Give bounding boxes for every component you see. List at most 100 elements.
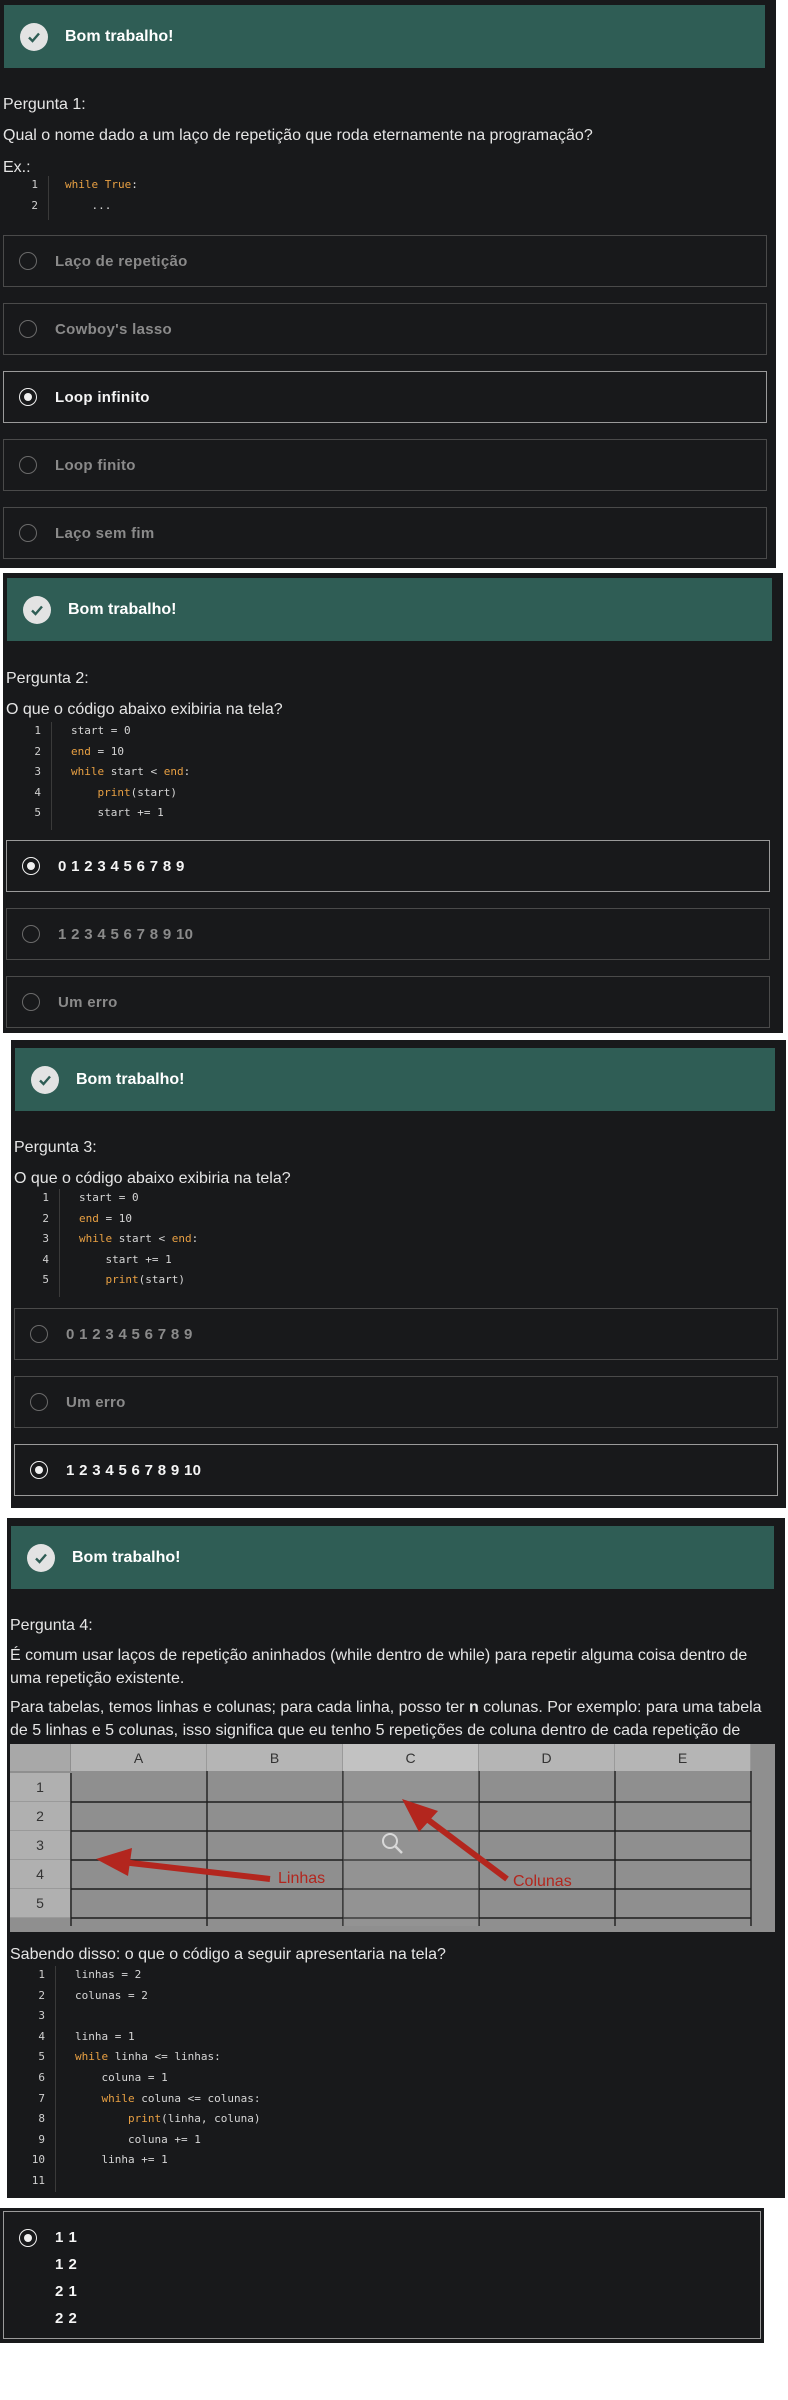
code-line: coluna += 1 (75, 2132, 201, 2146)
option-3[interactable]: 1 2 3 4 5 6 7 8 9 10 (14, 1444, 778, 1496)
option-2[interactable]: 1 2 3 4 5 6 7 8 9 10 (6, 908, 770, 960)
option-3[interactable]: Loop infinito (3, 371, 767, 423)
code-block: 1 while True: 2 ... (0, 176, 400, 220)
line-number: 4 (38, 2029, 45, 2043)
option-label: Um erro (66, 1393, 126, 1411)
answer-line: 2 2 (55, 2310, 78, 2327)
option-label: 1 2 3 4 5 6 7 8 9 10 (66, 1461, 202, 1479)
option-label: 0 1 2 3 4 5 6 7 8 9 (58, 857, 185, 875)
question-panel-1: Bom trabalho! Pergunta 1: Qual o nome da… (0, 0, 776, 568)
question-text: O que o código abaixo exibiria na tela? (14, 1170, 291, 1187)
code-block: 1 start = 0 2 end = 10 3 while start < end: 4 … (3, 722, 403, 830)
code-line: while True: (65, 178, 138, 191)
radio-selected-icon[interactable] (19, 388, 37, 406)
code-line: start = 0 (71, 724, 131, 737)
radio-icon[interactable] (22, 925, 40, 943)
code-line: linhas = 2 (75, 1968, 142, 1981)
radio-selected-icon[interactable] (22, 857, 40, 875)
answer-option[interactable]: 1 1 1 2 2 1 2 2 (3, 2211, 761, 2339)
line-number: 3 (34, 765, 41, 779)
line-number: 9 (38, 2132, 45, 2146)
option-1[interactable]: 0 1 2 3 4 5 6 7 8 9 (6, 840, 770, 892)
check-icon (31, 1065, 59, 1094)
question-text: O que o código abaixo exibiria na tela? (6, 701, 283, 718)
radio-icon[interactable] (19, 252, 37, 270)
feedback-text: Bom trabalho! (65, 27, 174, 45)
code-line: while start < end: (79, 1232, 199, 1246)
feedback-banner: Bom trabalho! (11, 1526, 774, 1589)
feedback-text: Bom trabalho! (72, 1548, 181, 1566)
code-line: colunas = 2 (75, 1988, 148, 2002)
feedback-text: Bom trabalho! (76, 1070, 185, 1088)
option-2[interactable]: Cowboy's lasso (3, 303, 767, 355)
code-line: while coluna <= colunas: (101, 2091, 261, 2105)
question-intro: É comum usar laços de repetição aninhado… (10, 1647, 748, 1687)
code-line: print(linha, coluna) (127, 2112, 261, 2126)
radio-selected-icon[interactable] (30, 1461, 48, 1479)
check-icon (20, 22, 48, 51)
line-number: 10 (31, 2153, 45, 2167)
answer-lines: 1 1 1 2 2 1 2 2 (55, 2224, 77, 2332)
code-line: ... (65, 198, 112, 212)
code-line: while start < end: (71, 765, 191, 779)
option-5[interactable]: Laço sem fim (3, 507, 767, 559)
question-number: Pergunta 2: (6, 670, 89, 687)
option-label: Um erro (58, 993, 118, 1011)
option-label: Laço de repetição (55, 252, 188, 270)
line-number: 7 (38, 2091, 45, 2105)
question-number: Pergunta 3: (14, 1139, 97, 1156)
code-line: end = 10 (71, 744, 124, 758)
line-number: 5 (38, 2050, 45, 2064)
feedback-banner: Bom trabalho! (15, 1048, 775, 1111)
option-label: 0 1 2 3 4 5 6 7 8 9 (66, 1325, 193, 1343)
radio-selected-icon[interactable] (19, 2229, 37, 2247)
line-number: 1 (42, 1191, 49, 1204)
answer-line: 1 1 (55, 2229, 78, 2246)
option-label: Loop infinito (55, 388, 150, 406)
code-line: print(start) (97, 785, 177, 799)
sheet-grid (70, 1771, 752, 1926)
feedback-banner: Bom trabalho! (7, 578, 772, 641)
radio-icon[interactable] (19, 456, 37, 474)
answer-line: 2 1 (55, 2283, 78, 2300)
question-panel-3: Bom trabalho! Pergunta 3: O que o código… (11, 1040, 786, 1508)
option-label: Cowboy's lasso (55, 320, 172, 338)
code-line: start = 0 (79, 1191, 139, 1204)
option-1[interactable]: 0 1 2 3 4 5 6 7 8 9 (14, 1308, 778, 1360)
line-number: 1 (38, 1968, 45, 1981)
line-number: 6 (38, 2071, 45, 2084)
feedback-text: Bom trabalho! (68, 600, 177, 618)
check-icon (23, 595, 51, 624)
option-1[interactable]: Laço de repetição (3, 235, 767, 287)
code-line: end = 10 (79, 1211, 132, 1225)
line-number: 8 (38, 2112, 45, 2126)
code-line: coluna = 1 (75, 2071, 168, 2084)
code-line: print(start) (105, 1273, 185, 1287)
line-number: 2 (38, 1988, 45, 2002)
line-number: 1 (34, 724, 41, 737)
radio-icon[interactable] (22, 993, 40, 1011)
radio-icon[interactable] (30, 1393, 48, 1411)
answer-panel: 1 1 1 2 2 1 2 2 (0, 2208, 764, 2343)
line-number: 2 (31, 198, 38, 212)
line-number: 1 (31, 178, 38, 191)
code-line: start += 1 (79, 1252, 172, 1266)
explanation-bold: n (468, 1699, 479, 1716)
line-number: 3 (42, 1232, 49, 1246)
question-prompt: Sabendo disso: o que o código a seguir a… (10, 1946, 446, 1963)
radio-icon[interactable] (19, 524, 37, 542)
columns-annotation: Colunas (513, 1873, 572, 1890)
radio-icon[interactable] (19, 320, 37, 338)
option-3[interactable]: Um erro (6, 976, 770, 1028)
rows-annotation: Linhas (278, 1870, 326, 1887)
option-label: Laço sem fim (55, 524, 155, 542)
radio-icon[interactable] (30, 1325, 48, 1343)
option-4[interactable]: Loop finito (3, 439, 767, 491)
option-label: 1 2 3 4 5 6 7 8 9 10 (58, 925, 194, 943)
feedback-banner: Bom trabalho! (4, 5, 765, 68)
explanation-part: Para tabelas, temos linhas e colunas; pa… (10, 1699, 469, 1716)
line-number: 5 (34, 806, 41, 820)
option-2[interactable]: Um erro (14, 1376, 778, 1428)
code-block: 1 start = 0 2 end = 10 3 while start < end: 4 … (11, 1189, 411, 1297)
code-line: start += 1 (71, 806, 164, 820)
